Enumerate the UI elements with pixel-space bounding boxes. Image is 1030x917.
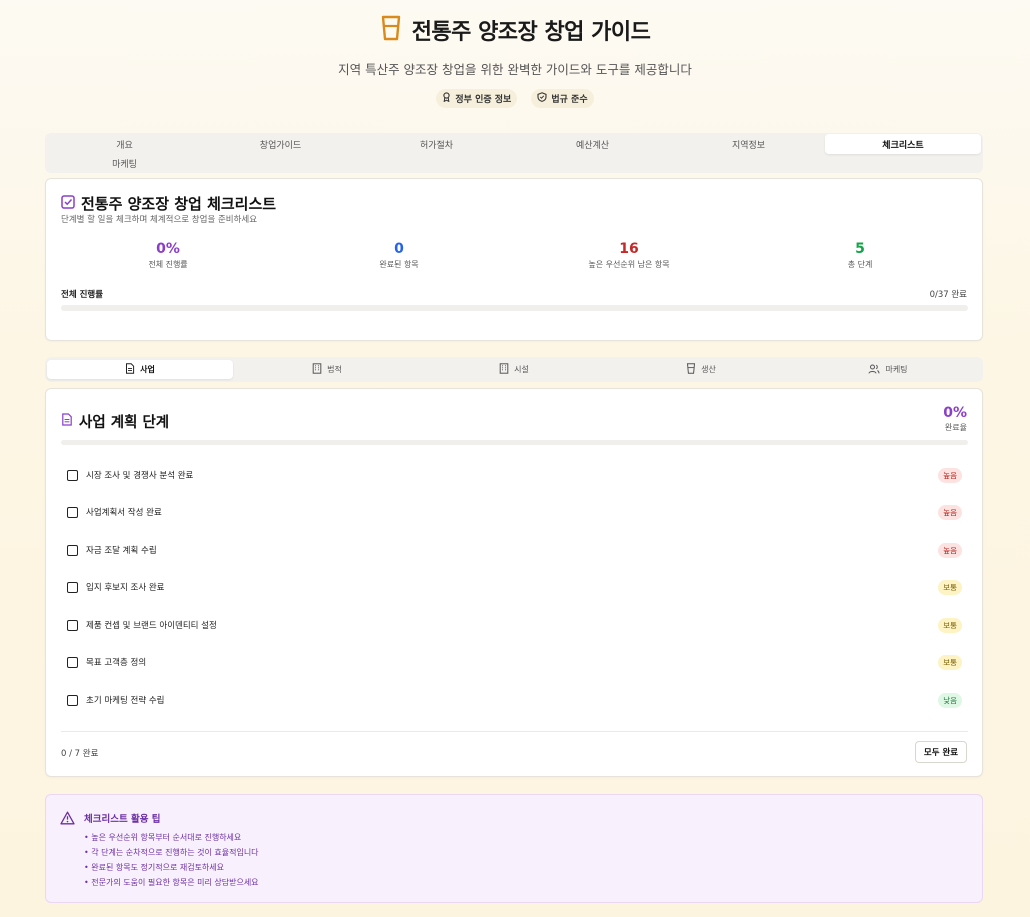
- complete-all-button[interactable]: 모두 완료: [915, 741, 967, 763]
- tab-checklist[interactable]: 체크리스트: [825, 134, 981, 154]
- checklist-title: 전통주 양조장 창업 체크리스트: [81, 195, 277, 213]
- stage-count: 0 / 7 완료: [61, 749, 99, 759]
- checklist-item[interactable]: 제품 컨셉 및 브랜드 아이덴티티 설정 보통: [67, 615, 962, 635]
- stat-completed-items: 0 완료된 항목: [299, 241, 499, 270]
- item-label: 제품 컨셉 및 브랜드 아이덴티티 설정: [86, 621, 217, 631]
- checklist-item[interactable]: 목표 고객층 정의 보통: [67, 652, 962, 672]
- stat-overall-progress: 0% 전체 진행률: [68, 241, 268, 270]
- checklist-item[interactable]: 사업계획서 작성 완료 높음: [67, 502, 962, 522]
- stage-tabs: 사업 법적 시설 생산 마케팅: [45, 357, 983, 382]
- stat-value: 0%: [156, 241, 180, 257]
- stat-label: 높은 우선순위 남은 항목: [588, 260, 670, 269]
- stage-title: 사업 계획 단계: [79, 415, 170, 431]
- item-label: 목표 고객층 정의: [86, 658, 147, 668]
- warning-triangle-icon: [60, 810, 75, 829]
- stage-percent: 0%: [943, 405, 967, 421]
- badge-gov-certified: 정부 인증 정보: [436, 89, 518, 108]
- main-tabs: 개요 창업가이드 허가절차 예산계산 지역정보 체크리스트 마케팅: [45, 133, 983, 173]
- stat-label: 전체 진행률: [148, 260, 188, 269]
- tips-list: • 높은 우선순위 항목부터 순서대로 진행하세요 • 각 단계는 순차적으로 …: [84, 830, 259, 890]
- priority-badge: 보통: [938, 654, 962, 670]
- file-text-icon: [125, 363, 135, 376]
- item-label: 자금 조달 계획 수립: [86, 546, 157, 556]
- checklist-item[interactable]: 초기 마케팅 전략 수립 낮음: [67, 690, 962, 710]
- subtab-facility[interactable]: 시설: [421, 360, 607, 379]
- subtab-production[interactable]: 생산: [608, 360, 794, 379]
- checklist-description: 단계별 할 일을 체크하며 체계적으로 창업을 준비하세요: [61, 215, 258, 225]
- subtab-business[interactable]: 사업: [47, 360, 233, 379]
- checkbox[interactable]: [67, 506, 78, 518]
- subtab-label: 법적: [327, 365, 342, 374]
- file-text-icon: [61, 413, 73, 430]
- beer-glass-icon: [686, 363, 696, 376]
- checkbox[interactable]: [67, 619, 78, 631]
- stat-label: 총 단계: [847, 260, 873, 269]
- priority-badge: 높음: [938, 504, 962, 520]
- tab-permits[interactable]: 허가절차: [359, 134, 514, 154]
- checkbox[interactable]: [67, 581, 78, 593]
- subtab-label: 사업: [140, 365, 155, 374]
- stage-card: 사업 계획 단계 0% 완료율 시장 조사 및 경쟁사 분석 완료 높음 사업계…: [45, 388, 983, 777]
- tab-startup-guide[interactable]: 창업가이드: [203, 134, 358, 154]
- page-title: 전통주 양조장 창업 가이드: [411, 20, 651, 45]
- badge-label: 법규 준수: [551, 95, 588, 105]
- overall-progress-bar: [61, 305, 968, 311]
- tip-item: • 높은 우선순위 항목부터 순서대로 진행하세요: [84, 833, 242, 842]
- stat-value: 5: [855, 241, 865, 257]
- tips-panel: 체크리스트 활용 팁 • 높은 우선순위 항목부터 순서대로 진행하세요 • 각…: [45, 794, 983, 903]
- priority-badge: 높음: [938, 542, 962, 558]
- item-label: 초기 마케팅 전략 수립: [86, 696, 165, 706]
- tip-item: • 각 단계는 순차적으로 진행하는 것이 효율적입니다: [84, 848, 259, 857]
- subtab-marketing[interactable]: 마케팅: [795, 360, 981, 379]
- checkbox[interactable]: [67, 469, 78, 481]
- tab-budget[interactable]: 예산계산: [515, 134, 670, 154]
- checklist-summary-card: 전통주 양조장 창업 체크리스트 단계별 할 일을 체크하며 체계적으로 창업을…: [45, 178, 983, 341]
- building-icon: [312, 363, 322, 376]
- subtab-legal[interactable]: 법적: [234, 360, 420, 379]
- subtab-label: 마케팅: [885, 365, 908, 374]
- priority-badge: 보통: [938, 617, 962, 633]
- subtab-label: 생산: [701, 365, 716, 374]
- stage-progress-bar: [61, 440, 968, 445]
- progress-count: 0/37 완료: [929, 290, 967, 300]
- badge-label: 정부 인증 정보: [455, 95, 512, 105]
- beer-glass-icon: [380, 15, 402, 45]
- checklist-item[interactable]: 입지 후보지 조사 완료 보통: [67, 577, 962, 597]
- badge-law-compliance: 법규 준수: [531, 89, 594, 108]
- subtab-label: 시설: [514, 365, 529, 374]
- checkbox[interactable]: [67, 656, 78, 668]
- tab-region[interactable]: 지역정보: [671, 134, 826, 154]
- checklist-item[interactable]: 시장 조사 및 경쟁사 분석 완료 높음: [67, 465, 962, 485]
- tab-marketing[interactable]: 마케팅: [47, 153, 202, 173]
- stage-percent-label: 완료율: [944, 423, 967, 432]
- building-icon: [499, 363, 509, 376]
- stat-value: 0: [394, 241, 404, 257]
- checkbox[interactable]: [67, 694, 78, 706]
- stat-value: 16: [619, 241, 639, 257]
- checkbox-square-icon: [61, 194, 75, 213]
- page-header: 전통주 양조장 창업 가이드 지역 특산주 양조장 창업을 위한 완벽한 가이드…: [0, 14, 1030, 108]
- tip-item: • 전문가의 도움이 필요한 항목은 미리 상담받으세요: [84, 878, 259, 887]
- stat-label: 완료된 항목: [379, 260, 419, 269]
- stat-high-priority-remaining: 16 높은 우선순위 남은 항목: [529, 241, 729, 270]
- tips-title: 체크리스트 활용 팁: [84, 814, 161, 825]
- users-icon: [868, 364, 880, 376]
- checklist-item[interactable]: 자금 조달 계획 수립 높음: [67, 540, 962, 560]
- item-label: 사업계획서 작성 완료: [86, 508, 162, 518]
- tip-item: • 완료된 항목도 정기적으로 재검토하세요: [84, 863, 225, 872]
- priority-badge: 보통: [938, 579, 962, 595]
- award-icon: [442, 92, 451, 105]
- priority-badge: 높음: [938, 467, 962, 483]
- divider: [61, 731, 968, 732]
- item-label: 시장 조사 및 경쟁사 분석 완료: [86, 471, 194, 481]
- shield-icon: [537, 92, 547, 105]
- stat-total-stages: 5 총 단계: [760, 241, 960, 270]
- item-label: 입지 후보지 조사 완료: [86, 583, 165, 593]
- tab-overview[interactable]: 개요: [47, 134, 202, 154]
- progress-label: 전체 진행률: [61, 290, 104, 300]
- checkbox[interactable]: [67, 544, 78, 556]
- priority-badge: 낮음: [938, 692, 962, 708]
- page-subtitle: 지역 특산주 양조장 창업을 위한 완벽한 가이드와 도구를 제공합니다: [338, 62, 692, 77]
